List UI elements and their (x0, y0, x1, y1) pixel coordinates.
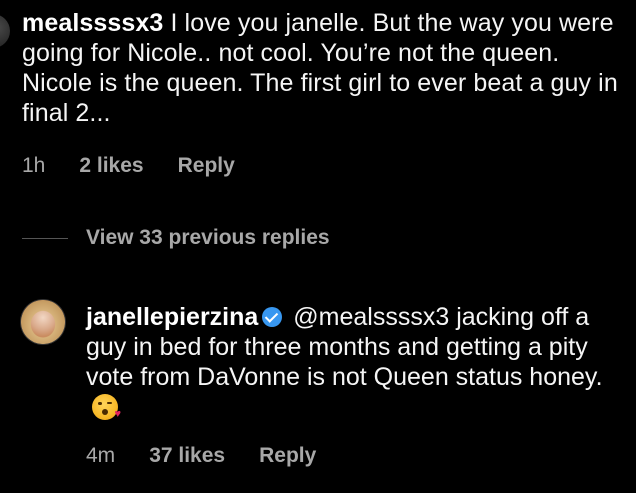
kiss-emoji-icon: ♥ (92, 394, 121, 420)
comment-body: mealssssx3 I love you janelle. But the w… (22, 8, 622, 128)
reply-meta: 4m 37 likes Reply (86, 444, 350, 468)
reply-likes[interactable]: 37 likes (149, 444, 225, 468)
reply-username[interactable]: janellepierzina (86, 303, 258, 331)
reply-button[interactable]: Reply (259, 444, 316, 468)
replies-divider-line (22, 237, 68, 239)
view-previous-replies-button[interactable]: View 33 previous replies (22, 226, 330, 250)
verified-badge-icon (262, 307, 283, 327)
avatar-photo (21, 300, 65, 344)
avatar[interactable] (0, 14, 10, 48)
comment-meta: 1h 2 likes Reply (22, 154, 269, 178)
comment-username[interactable]: mealssssx3 (22, 9, 163, 37)
avatar[interactable] (21, 300, 65, 344)
view-replies-label[interactable]: View 33 previous replies (86, 226, 330, 250)
reply-timestamp: 4m (86, 444, 116, 467)
comment-likes[interactable]: 2 likes (79, 154, 143, 178)
comment-timestamp: 1h (22, 154, 46, 177)
reply-comment-body: janellepierzina @mealssssx3 jacking off … (86, 302, 606, 422)
reply-button[interactable]: Reply (178, 154, 235, 178)
reply-mention[interactable]: @mealssssx3 (293, 303, 449, 331)
